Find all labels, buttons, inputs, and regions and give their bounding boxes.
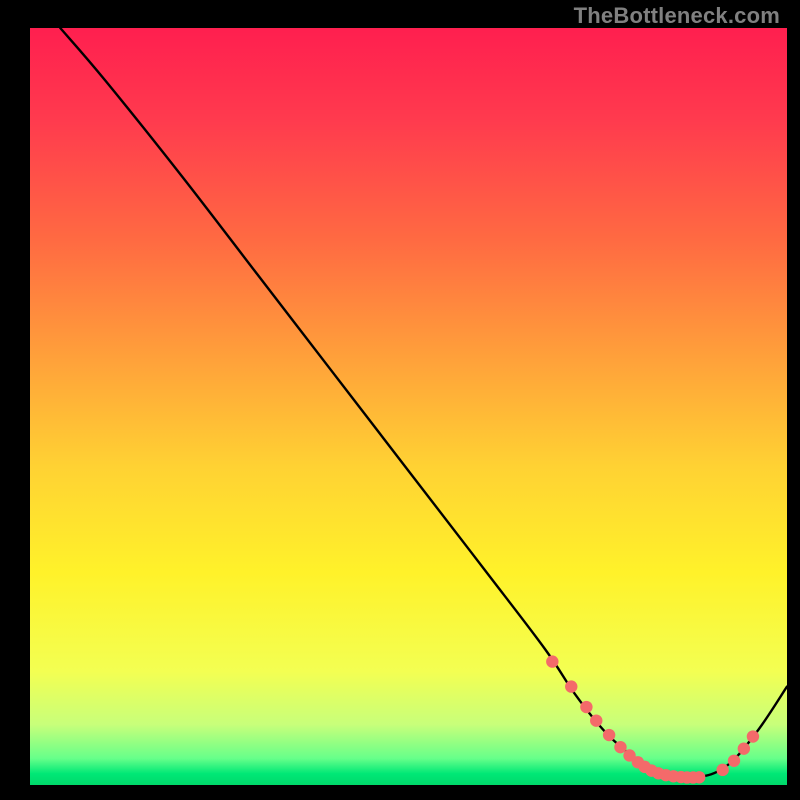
watermark-text: TheBottleneck.com — [574, 3, 780, 29]
chart-marker — [716, 764, 728, 776]
chart-marker — [565, 680, 577, 692]
chart-marker — [728, 755, 740, 767]
chart-marker — [693, 771, 705, 783]
chart-gradient-background — [30, 28, 787, 785]
chart-marker — [546, 655, 558, 667]
chart-marker — [590, 714, 602, 726]
bottleneck-chart — [0, 0, 800, 800]
chart-marker — [747, 730, 759, 742]
chart-marker — [580, 701, 592, 713]
chart-marker — [738, 742, 750, 754]
chart-marker — [603, 729, 615, 741]
